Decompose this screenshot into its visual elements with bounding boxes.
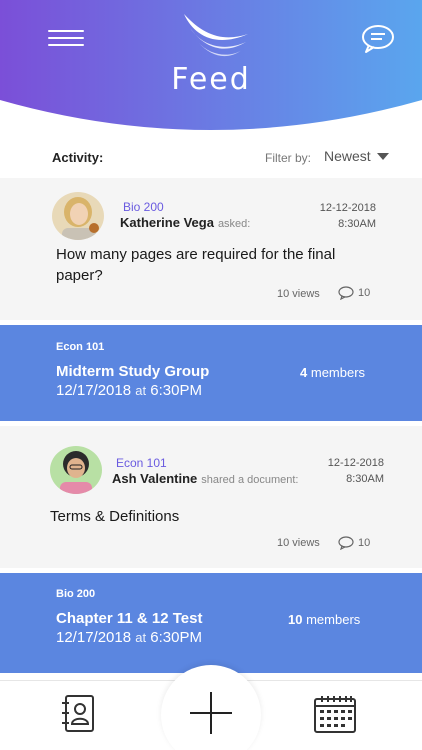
feed-question-card[interactable]: Bio 200 Katherine Vega asked: 12-12-2018 … (0, 178, 422, 320)
contacts-book-icon[interactable] (60, 694, 96, 734)
view-count: 10 views (277, 288, 320, 300)
avatar (52, 192, 104, 240)
post-action: asked: (217, 218, 251, 230)
post-date: 12-12-2018 (319, 202, 376, 214)
author-line: Ash Valentine shared a document: (112, 471, 298, 486)
user-avatar-katherine (52, 192, 104, 240)
event-date: 12/17/2018 (56, 382, 132, 399)
event-course-label: Econ 101 (56, 341, 105, 353)
hamburger-icon-line (48, 37, 84, 39)
study-group-event-card[interactable]: Econ 101 Midterm Study Group 12/17/2018 … (0, 325, 422, 421)
comment-count-value: 10 (358, 287, 371, 299)
filter-value: Newest (324, 148, 371, 164)
document-title-link[interactable]: Terms & Definitions (50, 506, 179, 527)
filter-label: Filter by: (265, 151, 312, 165)
page-title: Feed (171, 62, 251, 97)
add-post-button[interactable] (190, 692, 232, 734)
event-datetime: 12/17/2018 at 6:30PM (56, 382, 202, 399)
course-label[interactable]: Econ 101 (116, 456, 167, 470)
view-count: 10 views (277, 537, 320, 549)
comment-count-value: 10 (358, 537, 371, 549)
members-count: 10 (288, 612, 303, 627)
calendar-icon[interactable] (313, 694, 357, 734)
avatar (50, 446, 102, 494)
post-time: 8:30AM (346, 473, 384, 485)
author-name[interactable]: Katherine Vega (120, 215, 214, 230)
event-title: Chapter 11 & 12 Test (56, 610, 203, 627)
post-date: 12-12-2018 (327, 457, 384, 469)
author-line: Katherine Vega asked: (120, 215, 250, 230)
author-name[interactable]: Ash Valentine (112, 471, 197, 486)
course-label[interactable]: Bio 200 (123, 200, 164, 214)
hamburger-icon-line (48, 44, 84, 46)
feed-document-card[interactable]: Econ 101 Ash Valentine shared a document:… (0, 426, 422, 568)
members-count: 4 (300, 365, 308, 380)
user-avatar-ash (50, 446, 102, 494)
post-time: 8:30AM (338, 218, 376, 230)
comment-icon (338, 286, 354, 300)
filter-dropdown[interactable]: Newest (324, 148, 389, 164)
header: Feed (0, 0, 422, 160)
activity-label: Activity: (52, 150, 104, 165)
event-members[interactable]: 10 members (288, 612, 360, 627)
event-time: 6:30PM (150, 382, 202, 399)
activity-filter-row: Activity: Filter by: Newest (0, 140, 422, 176)
post-action: shared a document: (201, 474, 299, 486)
event-title: Midterm Study Group (56, 363, 210, 380)
members-label: members (306, 612, 361, 627)
caret-down-icon (376, 152, 389, 160)
event-members[interactable]: 4 members (300, 365, 365, 380)
chat-bubble-icon[interactable] (360, 24, 396, 54)
question-text: How many pages are required for the fina… (56, 246, 336, 284)
event-at: at (135, 383, 147, 398)
comment-icon (338, 536, 354, 550)
event-time: 6:30PM (150, 629, 202, 646)
comment-count[interactable]: 10 (338, 536, 370, 550)
event-course-label: Bio 200 (56, 588, 96, 600)
event-date: 12/17/2018 (56, 629, 132, 646)
comment-count[interactable]: 10 (338, 286, 370, 300)
hamburger-icon-line (48, 30, 84, 32)
event-datetime: 12/17/2018 at 6:30PM (56, 629, 202, 646)
wing-logo-icon (184, 14, 248, 57)
members-label: members (310, 365, 366, 380)
test-event-card[interactable]: Bio 200 Chapter 11 & 12 Test 12/17/2018 … (0, 573, 422, 673)
menu-button[interactable] (48, 30, 84, 48)
event-at: at (135, 630, 147, 645)
